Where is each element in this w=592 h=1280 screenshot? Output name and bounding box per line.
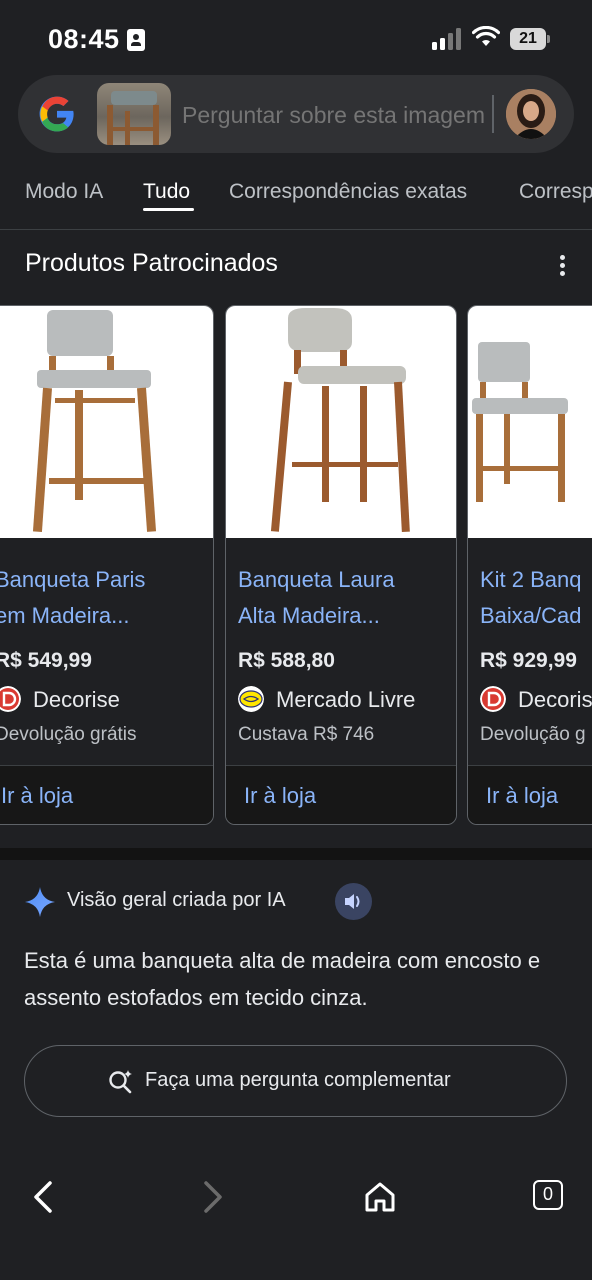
- tab-modo-ia[interactable]: Modo IA: [25, 180, 103, 204]
- store-row: Decoris: [480, 684, 592, 714]
- store-name: Decorise: [33, 687, 120, 712]
- product-price: R$ 549,99: [0, 649, 92, 672]
- more-options-icon[interactable]: [553, 253, 573, 277]
- sponsored-title: Produtos Patrocinados: [25, 249, 278, 277]
- cellular-signal-icon: [432, 28, 464, 50]
- ai-sparkle-icon: [25, 887, 55, 917]
- stool-image-icon: [270, 308, 410, 533]
- product-image[interactable]: [226, 306, 456, 538]
- ai-overview-title: Visão geral criada por IA: [67, 889, 286, 911]
- search-input[interactable]: [182, 100, 490, 130]
- tab-correspondencias-exatas[interactable]: Correspondências exatas: [229, 180, 467, 204]
- product-image[interactable]: [468, 306, 592, 538]
- decorise-logo-icon: [480, 686, 506, 712]
- avatar[interactable]: [506, 89, 556, 139]
- product-title[interactable]: Banqueta Laura Alta Madeira...: [238, 562, 448, 634]
- product-card[interactable]: Banqueta Laura Alta Madeira... R$ 588,80…: [225, 305, 457, 825]
- product-price: R$ 929,99: [480, 649, 577, 672]
- home-icon[interactable]: [358, 1175, 402, 1219]
- section-separator: [0, 848, 592, 860]
- query-image-thumbnail[interactable]: [97, 83, 171, 145]
- store-name: Decoris: [518, 687, 592, 712]
- search-bar[interactable]: [18, 75, 574, 153]
- go-to-store-label: Ir à loja: [1, 783, 74, 808]
- profile-photo-icon: [506, 89, 556, 139]
- battery-level: 21: [510, 28, 546, 50]
- contact-card-icon: [127, 29, 145, 51]
- bottom-navigation: [0, 1150, 592, 1240]
- product-note: Devolução g: [480, 724, 586, 745]
- google-lens-results-page: 08:45 21 Perguntar sobre esta imagem Mod…: [0, 0, 592, 1280]
- stool-thumbnail-icon: [107, 91, 159, 145]
- go-to-store-label: Ir à loja: [486, 783, 559, 808]
- status-time: 08:45: [48, 24, 120, 54]
- mercado-livre-logo-icon: [238, 686, 264, 712]
- product-title[interactable]: Kit 2 Banq Baixa/Cad: [480, 562, 592, 634]
- back-arrow-icon[interactable]: [22, 1175, 66, 1219]
- followup-question-button[interactable]: Faça uma pergunta complementar: [24, 1045, 567, 1117]
- search-sparkle-icon: [109, 1070, 132, 1094]
- product-card[interactable]: Kit 2 Banq Baixa/Cad R$ 929,99 Decoris D…: [467, 305, 592, 825]
- followup-label: Faça uma pergunta complementar: [145, 1069, 451, 1091]
- store-row: Decorise: [0, 684, 213, 714]
- product-note: Devolução grátis: [0, 724, 137, 745]
- store-row: Mercado Livre: [238, 684, 456, 714]
- ai-overview-text: Esta é uma banqueta alta de madeira com …: [24, 948, 541, 1010]
- listen-button[interactable]: [335, 883, 372, 920]
- status-bar: 08:45 21: [0, 0, 592, 72]
- go-to-store-button[interactable]: Ir à loja: [0, 766, 213, 824]
- open-tabs-button[interactable]: 0: [533, 1180, 563, 1210]
- speaker-icon: [345, 894, 360, 909]
- product-carousel[interactable]: Banqueta Paris em Madeira... R$ 549,99 D…: [0, 305, 592, 827]
- store-name: Mercado Livre: [276, 687, 416, 712]
- product-image[interactable]: [0, 306, 213, 538]
- active-tab-indicator: [143, 208, 194, 211]
- google-logo-icon[interactable]: [38, 95, 76, 133]
- product-price: R$ 588,80: [238, 649, 335, 672]
- go-to-store-label: Ir à loja: [244, 783, 317, 808]
- product-title[interactable]: Banqueta Paris em Madeira...: [0, 562, 205, 634]
- search-tabs: Modo IA Tudo Correspondências exatas Cor…: [0, 172, 592, 230]
- go-to-store-button[interactable]: Ir à loja: [226, 766, 456, 824]
- forward-arrow-icon[interactable]: [190, 1175, 234, 1219]
- wifi-icon: [472, 26, 500, 46]
- tab-correspondencias-partial[interactable]: Corresp: [519, 180, 592, 204]
- product-note: Custava R$ 746: [238, 724, 375, 745]
- decorise-logo-icon: [0, 686, 21, 712]
- battery-icon: 21: [510, 28, 550, 50]
- stool-image-icon: [472, 342, 568, 502]
- search-divider: [492, 95, 494, 133]
- tabs-divider: [0, 229, 592, 230]
- stool-image-icon: [32, 310, 157, 532]
- product-card[interactable]: Banqueta Paris em Madeira... R$ 549,99 D…: [0, 305, 214, 825]
- go-to-store-button[interactable]: Ir à loja: [468, 766, 592, 824]
- tab-tudo[interactable]: Tudo: [143, 180, 190, 204]
